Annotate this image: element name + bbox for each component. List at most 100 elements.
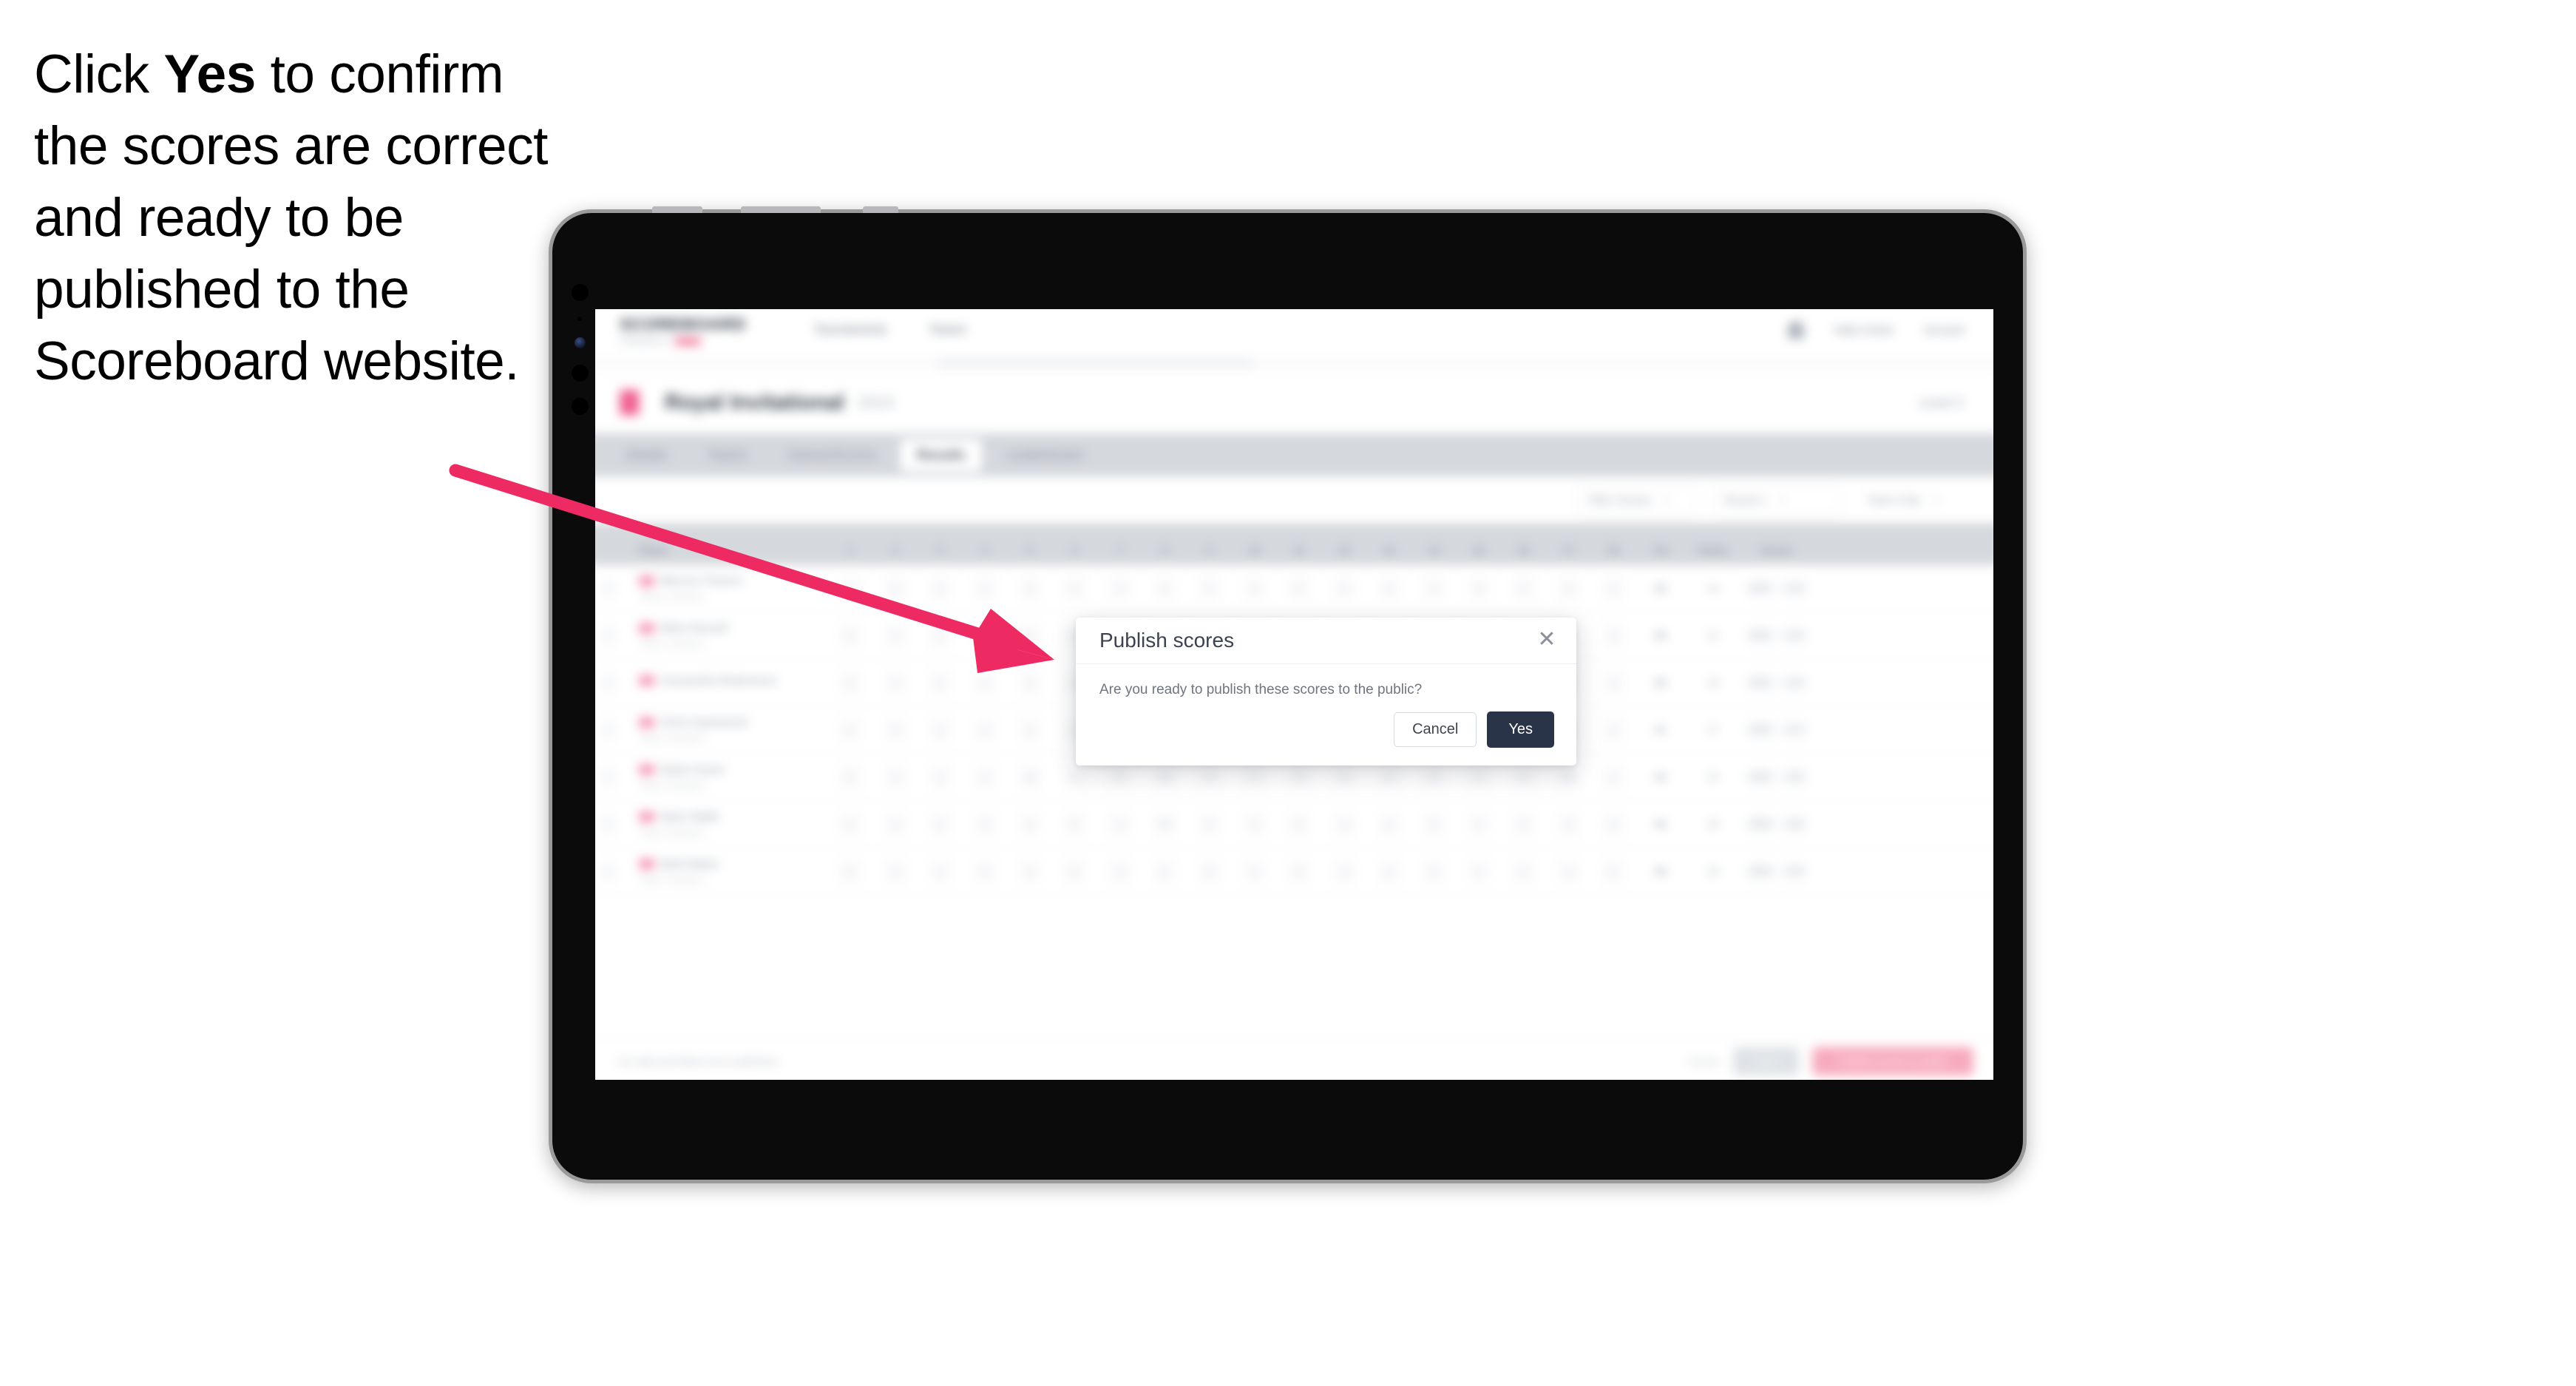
hole-score-cell[interactable]: 4 xyxy=(1591,765,1636,788)
filter-team-select[interactable]: Team Only ▾ xyxy=(1857,486,1967,514)
hole-score-cell[interactable]: 4 xyxy=(828,671,873,694)
hole-score-cell[interactable]: 3 xyxy=(963,812,1008,836)
yes-button[interactable]: Yes xyxy=(1487,711,1554,748)
hole-score-cell[interactable]: 4 xyxy=(828,812,873,836)
hole-score-cell[interactable]: 5 xyxy=(918,812,963,836)
table-row[interactable]: Marcus Travers Team 1 Group A453454345435… xyxy=(595,565,1993,612)
hole-score-cell[interactable]: 5 xyxy=(1501,577,1546,600)
cancel-button[interactable]: Cancel xyxy=(1394,712,1477,747)
hole-score-cell[interactable]: 5 xyxy=(1591,859,1636,883)
hole-score-cell[interactable]: 5 xyxy=(1277,812,1322,836)
hole-score-cell[interactable]: 4 xyxy=(1097,812,1142,836)
hole-score-cell[interactable]: 5 xyxy=(828,765,873,788)
row-checkbox[interactable] xyxy=(595,581,628,595)
nav-item-account[interactable]: Account xyxy=(1924,324,1965,337)
hole-score-cell[interactable]: 4 xyxy=(1007,812,1052,836)
hole-score-cell[interactable]: 3 xyxy=(918,577,963,600)
tab-teams[interactable]: Teams xyxy=(691,439,763,471)
nav-item-help-centre[interactable]: Help Centre xyxy=(1834,324,1894,337)
app-logo[interactable]: SCOREBOARD POWERED BY xyxy=(620,314,746,345)
hole-score-cell[interactable]: 4 xyxy=(963,577,1008,600)
hole-score-cell[interactable]: 5 xyxy=(1411,859,1457,883)
hole-score-cell[interactable]: 4 xyxy=(1232,577,1277,600)
hole-score-cell[interactable]: 4 xyxy=(1411,577,1457,600)
hole-score-cell[interactable]: 5 xyxy=(872,718,918,741)
hole-score-cell[interactable]: 3 xyxy=(918,765,963,788)
hole-score-cell[interactable]: 4 xyxy=(1366,859,1411,883)
row-checkbox[interactable] xyxy=(595,817,628,831)
hole-score-cell[interactable]: 4 xyxy=(872,623,918,647)
hole-score-cell[interactable]: 4 xyxy=(1187,859,1232,883)
hole-score-cell[interactable]: 4 xyxy=(1546,577,1591,600)
hole-score-cell[interactable]: 3 xyxy=(1097,859,1142,883)
hole-score-cell[interactable]: 4 xyxy=(1501,765,1546,788)
hole-score-cell[interactable]: 3 xyxy=(963,623,1008,647)
hole-score-cell[interactable]: 5 xyxy=(828,623,873,647)
tab-games-scores[interactable]: Games/Scores xyxy=(771,439,893,471)
hole-score-cell[interactable]: 3 xyxy=(1007,671,1052,694)
hole-score-cell[interactable]: 4 xyxy=(1232,765,1277,788)
nav-item-tournaments[interactable]: Tournaments xyxy=(813,322,887,337)
hole-score-cell[interactable]: 4 xyxy=(1321,765,1366,788)
row-checkbox[interactable] xyxy=(595,628,628,643)
row-checkbox[interactable] xyxy=(595,675,628,690)
hole-score-cell[interactable]: 5 xyxy=(918,671,963,694)
hole-score-cell[interactable]: 5 xyxy=(1142,859,1187,883)
hole-score-cell[interactable]: 3 xyxy=(1097,577,1142,600)
hole-score-cell[interactable]: 3 xyxy=(1501,812,1546,836)
bottom-publish-button[interactable]: Publish scores to public xyxy=(1812,1047,1973,1076)
hole-score-cell[interactable]: 4 xyxy=(918,859,963,883)
hole-score-cell[interactable]: 4 xyxy=(1052,577,1097,600)
hole-score-cell[interactable]: 5 xyxy=(1097,765,1142,788)
hole-score-cell[interactable]: 10 xyxy=(1142,765,1187,788)
hole-score-cell[interactable]: 4 xyxy=(918,718,963,741)
hole-score-cell[interactable]: 5 xyxy=(1007,577,1052,600)
hole-score-cell[interactable]: 4 xyxy=(1546,859,1591,883)
row-checkbox[interactable] xyxy=(595,864,628,879)
hole-score-cell[interactable]: 5 xyxy=(1411,812,1457,836)
close-icon[interactable]: ✕ xyxy=(1533,626,1560,653)
hole-score-cell[interactable]: 4 xyxy=(1501,859,1546,883)
hole-score-cell[interactable]: 4 xyxy=(872,671,918,694)
hole-score-cell[interactable]: 4 xyxy=(1052,859,1097,883)
hole-score-cell[interactable]: 4 xyxy=(1457,859,1502,883)
hole-score-cell[interactable]: 5 xyxy=(1321,577,1366,600)
row-checkbox[interactable] xyxy=(595,722,628,737)
hole-score-cell[interactable]: 4 xyxy=(1142,577,1187,600)
hole-score-cell[interactable]: 4 xyxy=(1591,718,1636,741)
hole-score-cell[interactable]: 5 xyxy=(1007,623,1052,647)
hole-score-cell[interactable]: 3 xyxy=(1007,718,1052,741)
hole-score-cell[interactable]: 4 xyxy=(1007,859,1052,883)
hole-score-cell[interactable]: 3 xyxy=(1457,765,1502,788)
nav-item-teams[interactable]: Teams xyxy=(929,322,966,337)
hole-score-cell[interactable]: 5 xyxy=(963,859,1008,883)
hole-score-cell[interactable]: 4 xyxy=(1187,812,1232,836)
hole-score-cell[interactable]: 4 xyxy=(1591,577,1636,600)
hole-score-cell[interactable]: 3 xyxy=(1591,623,1636,647)
hole-score-cell[interactable]: 4 xyxy=(963,671,1008,694)
hole-score-cell[interactable]: 4 xyxy=(963,765,1008,788)
hole-score-cell[interactable]: 12 xyxy=(1546,765,1591,788)
hole-score-cell[interactable]: 5 xyxy=(1187,577,1232,600)
hole-score-cell[interactable]: 4 xyxy=(872,765,918,788)
tab-results[interactable]: Results xyxy=(900,439,983,471)
hole-score-cell[interactable]: 5 xyxy=(1052,812,1097,836)
hole-score-cell[interactable]: 3 xyxy=(1321,859,1366,883)
hole-score-cell[interactable]: 4 xyxy=(872,812,918,836)
tab-leaderboard[interactable]: Leaderboard xyxy=(989,439,1099,471)
hole-score-cell[interactable]: 3 xyxy=(1187,765,1232,788)
hole-score-cell[interactable]: 4 xyxy=(918,623,963,647)
bell-icon[interactable] xyxy=(1787,321,1804,339)
hole-score-cell[interactable]: 4 xyxy=(1457,812,1502,836)
hole-score-cell[interactable]: 4 xyxy=(1052,765,1097,788)
filter-scores-select[interactable]: Filter Scores ▾ xyxy=(1576,485,1697,515)
hole-score-cell[interactable]: 3 xyxy=(1457,577,1502,600)
hole-score-cell[interactable]: 4 xyxy=(1321,812,1366,836)
hole-score-cell[interactable]: 5 xyxy=(1277,765,1322,788)
hole-score-cell[interactable]: 10 xyxy=(1007,765,1052,788)
hole-score-cell[interactable]: 4 xyxy=(1366,577,1411,600)
hole-score-cell[interactable]: 5 xyxy=(872,577,918,600)
hole-score-cell[interactable]: 3 xyxy=(872,859,918,883)
hole-score-cell[interactable]: 4 xyxy=(1591,671,1636,694)
hole-score-cell[interactable]: 5 xyxy=(828,859,873,883)
